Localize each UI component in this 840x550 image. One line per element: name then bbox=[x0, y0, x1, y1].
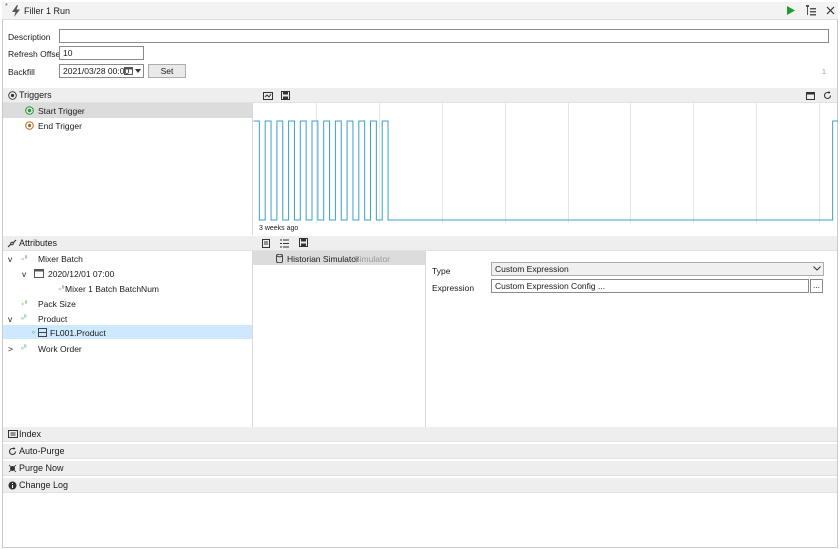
calendar-icon bbox=[34, 269, 44, 278]
tree-item-label: Mixer 1 Batch BatchNum bbox=[65, 284, 160, 294]
purge-icon bbox=[8, 464, 17, 473]
chevron-down-icon[interactable] bbox=[135, 69, 141, 73]
attributes-divider bbox=[252, 251, 253, 427]
title-bar: * Filler 1 Run bbox=[2, 2, 838, 20]
attribute-link-icon: ₀ᵒ bbox=[21, 314, 27, 321]
lightning-icon bbox=[12, 5, 20, 17]
backfill-label: Backfill bbox=[8, 67, 35, 77]
source-type: Simulator bbox=[354, 254, 390, 264]
section-label: Change Log bbox=[19, 480, 69, 490]
save-icon[interactable] bbox=[281, 91, 290, 100]
database-icon bbox=[276, 254, 283, 263]
tag-icon bbox=[38, 328, 47, 337]
radio-target-icon bbox=[8, 91, 17, 100]
attributes-header[interactable]: Attributes bbox=[3, 236, 837, 251]
section-label: Auto-Purge bbox=[19, 446, 65, 456]
backfill-value: 2021/03/28 00:00 bbox=[63, 66, 130, 76]
auto-purge-section-header[interactable]: Auto-Purge bbox=[3, 444, 837, 459]
expand-icon[interactable] bbox=[806, 92, 815, 100]
type-value: Custom Expression bbox=[495, 264, 569, 274]
attributes-title: Attributes bbox=[19, 238, 58, 248]
type-label: Type bbox=[432, 266, 451, 276]
chevron-down-icon[interactable] bbox=[813, 266, 821, 271]
chevron-down-icon[interactable]: v bbox=[8, 254, 12, 264]
start-trigger-icon bbox=[25, 106, 34, 115]
tree-item-label: Pack Size bbox=[38, 299, 76, 309]
tree-item-label: FL001.Product bbox=[50, 328, 106, 338]
tree-icon[interactable] bbox=[806, 5, 816, 16]
change-log-section-header[interactable]: Change Log bbox=[3, 478, 837, 493]
expression-browse-button[interactable]: ... bbox=[810, 279, 823, 293]
chart-time-label: 3 weeks ago bbox=[259, 225, 299, 232]
attribute-link-icon: ₌ᵒ bbox=[58, 285, 65, 292]
document-icon[interactable] bbox=[262, 239, 270, 248]
refresh-offset-input[interactable]: 10 bbox=[59, 46, 144, 60]
set-button[interactable]: Set bbox=[148, 64, 186, 78]
play-icon[interactable] bbox=[787, 6, 795, 15]
tree-item-label: Product bbox=[38, 314, 68, 324]
purge-now-section-header[interactable]: Purge Now bbox=[3, 461, 837, 476]
tree-item-label: 2020/12/01 07:00 bbox=[48, 269, 115, 279]
link-icon bbox=[7, 239, 17, 248]
attribute-tree: v ₌ᵒ Mixer Batch v 2020/12/01 07:00 ₌ᵒ M… bbox=[3, 251, 252, 427]
close-icon[interactable] bbox=[826, 6, 835, 15]
triggers-header[interactable]: Triggers bbox=[3, 88, 837, 103]
tree-item-label: Work Order bbox=[38, 344, 82, 354]
trigger-label: End Trigger bbox=[38, 121, 82, 131]
attribute-link-icon: ₀ bbox=[32, 328, 35, 335]
attribute-link-icon: ₌ᵒ bbox=[21, 255, 28, 262]
index-section-header[interactable]: Index bbox=[3, 427, 837, 442]
tree-item-label: Mixer Batch bbox=[38, 254, 83, 264]
chevron-down-icon[interactable]: v bbox=[22, 269, 26, 279]
list-icon[interactable] bbox=[280, 239, 289, 248]
end-trigger-icon bbox=[25, 121, 34, 130]
index-icon bbox=[8, 430, 18, 438]
calendar-icon[interactable] bbox=[124, 67, 133, 75]
modified-indicator: * bbox=[5, 3, 8, 10]
section-label: Purge Now bbox=[19, 463, 64, 473]
refresh-icon[interactable] bbox=[823, 91, 832, 100]
expression-label: Expression bbox=[432, 283, 475, 293]
refresh-icon bbox=[8, 447, 17, 456]
type-select[interactable]: Custom Expression bbox=[491, 262, 824, 276]
section-label: Index bbox=[19, 429, 42, 439]
trigger-label: Start Trigger bbox=[38, 106, 85, 116]
trigger-trend-chart bbox=[253, 103, 838, 223]
description-input[interactable] bbox=[59, 29, 829, 43]
trend-series-line bbox=[253, 120, 838, 221]
source-name: Historian Simulator bbox=[287, 254, 359, 264]
save-icon[interactable] bbox=[299, 238, 308, 247]
refresh-offset-label: Refresh Offset bbox=[8, 49, 63, 59]
trend-view-icon[interactable] bbox=[263, 92, 273, 100]
triggers-title: Triggers bbox=[19, 90, 52, 100]
details-divider bbox=[425, 251, 426, 427]
attribute-link-icon: ₀ᵒ bbox=[21, 344, 27, 351]
window-title: Filler 1 Run bbox=[24, 6, 71, 16]
attribute-link-icon: ₊ᵒ bbox=[21, 300, 28, 307]
info-icon bbox=[8, 481, 17, 490]
expression-input[interactable]: Custom Expression Config ... bbox=[491, 279, 809, 293]
page-indicator: 1 bbox=[822, 69, 826, 76]
chevron-down-icon[interactable]: v bbox=[8, 314, 12, 324]
description-label: Description bbox=[8, 32, 51, 42]
chevron-right-icon[interactable]: > bbox=[8, 344, 13, 354]
